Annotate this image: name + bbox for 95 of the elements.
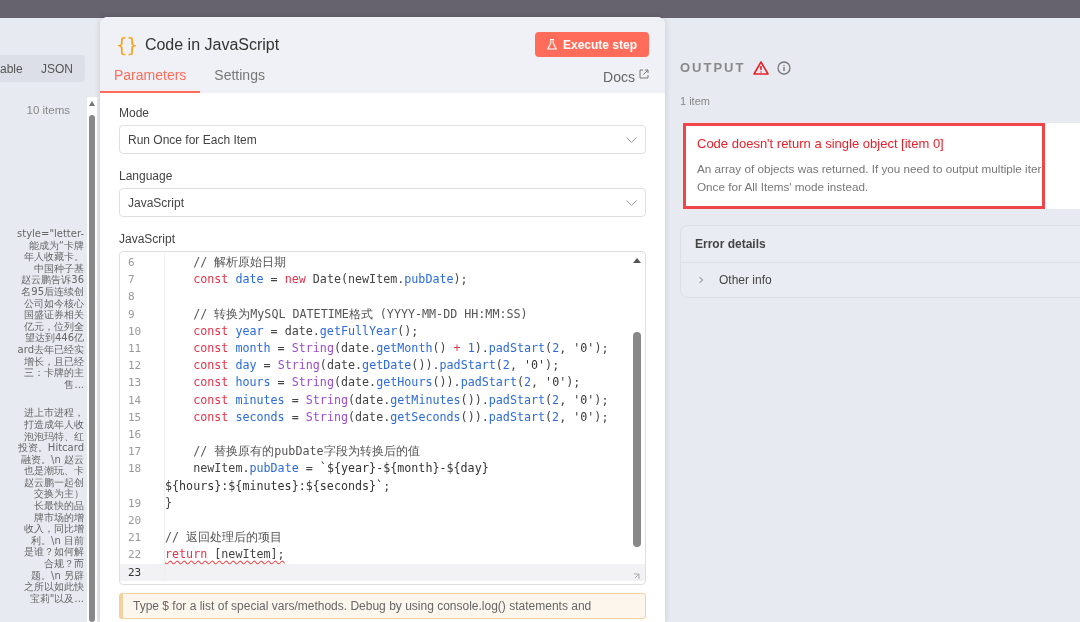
code-line: const seconds = String(date.getSeconds()).padStart(2, '0'); [164,408,623,427]
select-field[interactable]: Run Once for Each Item [119,125,646,154]
code-line: // 替换原有的pubDate字段为转换后的值 [164,443,623,461]
line-number: 21 [127,530,143,547]
code-line: // 解析原始日期 [164,254,623,272]
line-number: 14 [127,392,143,409]
preview-text: 亿元，位列全 [24,320,84,333]
code-editor[interactable] [119,251,646,585]
code-line: const day = String(date.getDate()).padStart(2, '0'); [164,357,623,375]
scrollbar-thumb[interactable] [633,332,641,547]
preview-text: 赵云鹏一起创 [24,476,84,489]
preview-text: 年人收藏卡。 [24,251,84,263]
preview-text: 能成为“卡牌 [28,239,84,251]
field-label: Mode [119,106,151,120]
line-number: 19 [127,495,143,512]
line-number: 13 [127,375,143,392]
preview-text: ard去年已经实 [17,343,84,356]
line-number: 7 [127,272,136,289]
output-title: OUTPUT [680,60,746,75]
flask-icon [546,39,557,50]
chevron-down-icon [626,199,637,206]
line-number: 15 [127,409,143,426]
line-number: 23 [127,564,143,581]
braces-icon: {} [116,33,137,56]
code-line: const year = date.getFullYear(); [164,322,623,340]
line-number: 20 [127,513,143,530]
field-label: Language [119,169,174,183]
preview-text: 三：卡牌的主 [24,367,84,379]
code-line: // 返回处理后的项目 [164,529,623,547]
code-line: newItem.pubDate = `${year}-${month}-${day} ${hours}:${minutes}:${seconds}`; [164,460,623,495]
preview-text: 打造成年人收 [24,418,84,431]
line-number: 22 [127,547,143,564]
code-line: const hours = String(date.getHours()).padStart(2, '0'); [164,374,623,392]
line-number: 10 [127,323,143,340]
preview-text: 名95后连续创 [21,285,84,298]
preview-text: 望达到446亿 [24,332,84,344]
preview-text: 利。\n 目前 [31,534,84,547]
preview-text: 合规？而 [44,558,84,570]
view-tab[interactable]: able [0,61,23,76]
preview-text: 投资。Hitcard [17,442,84,454]
line-number: 9 [127,306,136,323]
line-number: 16 [127,427,143,444]
preview-text: 题。\n 另辟 [31,569,84,581]
code-line: const month = String(date.getMonth() + 1).padStart(2, '0'); [164,340,623,358]
error-title: Code doesn't return a single object [item 0] [697,136,945,151]
line-number: 18 [127,461,143,478]
preview-text: 收入，同比增 [24,523,84,535]
preview-text: 中国种子基 [34,262,84,275]
preview-text: 牌市场的增 [34,511,84,524]
info-icon [777,60,792,75]
line-number: 17 [127,444,143,461]
details-section[interactable]: Other info [681,263,1080,297]
preview-text: 增长，且已经 [24,355,84,367]
preview-text: 长最快的品 [34,500,84,512]
item-count: 1 item [680,95,711,107]
code-line: const date = new Date(newItem.pubDate); [164,271,623,289]
error-message: An array of objects was returned. If you need to output multiple iter [697,161,1043,177]
preview-text: 赵云鹏告诉36 [21,274,84,286]
field-label: JavaScript [119,232,177,246]
preview-text: style="letter- [17,228,84,240]
preview-text: 国盛证券相关 [24,309,84,321]
docs-link[interactable]: Docs [603,69,649,93]
code-line: return [newItem]; [164,546,623,564]
resize-icon [632,571,642,581]
line-number: 8 [127,289,136,306]
warning-icon [753,60,770,75]
scrollbar-thumb[interactable] [89,115,95,622]
code-line: // 转换为MySQL DATETIME格式 (YYYY-MM-DD HH:MM:SS) [164,305,623,323]
preview-text: 交换为主） [34,488,84,501]
view-tab[interactable]: JSON [41,61,73,76]
scroll-up-icon [89,101,95,106]
line-number: 6 [127,255,136,271]
scroll-up-icon [633,258,641,263]
code-line: const minutes = String(date.getMinutes()).padStart(2, '0'); [164,391,623,409]
hint-text: Type $ for a list of special vars/methods. Debug by using console.log() statements and [119,593,646,619]
preview-text: 之所以如此快 [24,581,84,593]
line-number: 12 [127,358,143,375]
details-title: Error details [681,226,1080,263]
preview-text: 也是潮玩、卡 [24,465,84,477]
item-count: 10 items [26,104,70,116]
preview-text: 进上市进程， [24,407,84,419]
preview-text: 公司如今核心 [24,297,84,309]
code-line: } [164,494,623,513]
preview-text: 售... [64,378,84,391]
chevron-down-icon [626,136,637,143]
preview-text: 宝莉"以及... [29,592,84,605]
preview-text: 融资。\n 赵云 [21,453,84,466]
node-title: Code in JavaScript [144,35,281,54]
preview-text: 是谁？如何解 [24,546,84,559]
external-link-icon [639,69,649,79]
error-message: Once for All Items' mode instead. [697,179,870,195]
select-field[interactable]: JavaScript [119,188,646,217]
panel-tab[interactable]: Settings [200,67,279,93]
preview-text: 泡泡玛特、红 [24,430,84,443]
line-number: 11 [127,341,143,357]
